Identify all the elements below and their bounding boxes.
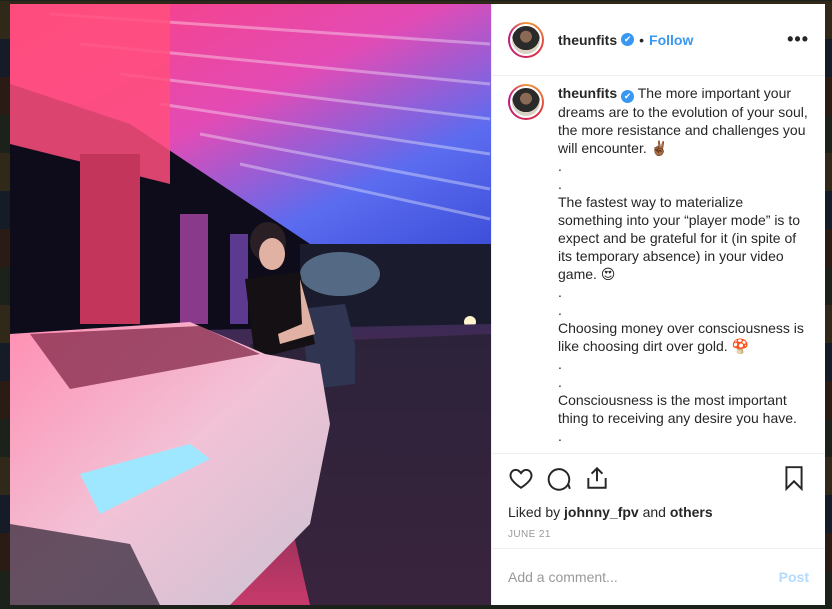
- post-photo[interactable]: [10, 4, 491, 605]
- liked-by-others[interactable]: others: [670, 504, 713, 520]
- liked-by-user[interactable]: johnny_fpv: [564, 504, 639, 520]
- liked-by-and: and: [642, 504, 666, 520]
- post-modal: theunfits ✔ • Follow ••• theunfits ✔ The …: [10, 4, 825, 605]
- verified-badge-icon: ✔: [621, 33, 635, 46]
- verified-badge-icon: ✔: [621, 89, 635, 103]
- liked-by-prefix: Liked by: [508, 504, 561, 520]
- comment-box: Post: [492, 548, 825, 605]
- likes-summary: Liked by johnny_fpv and others: [508, 504, 809, 520]
- post-date[interactable]: JUNE 21: [508, 529, 809, 540]
- avatar[interactable]: [508, 21, 544, 58]
- post-side-panel: theunfits ✔ • Follow ••• theunfits ✔ The …: [491, 4, 825, 605]
- post-comment-button[interactable]: Post: [779, 569, 809, 585]
- caption-username[interactable]: theunfits: [558, 85, 617, 101]
- caption-area: theunfits ✔ The more important your dream…: [492, 76, 825, 453]
- comment-icon[interactable]: [546, 465, 574, 493]
- header-separator: •: [639, 31, 645, 48]
- bookmark-icon[interactable]: [781, 465, 809, 493]
- avatar-image: [510, 86, 542, 118]
- photo-image: [10, 4, 491, 605]
- share-icon[interactable]: [584, 465, 612, 493]
- avatar-image: [510, 23, 542, 56]
- caption-avatar[interactable]: [508, 84, 544, 120]
- heart-icon[interactable]: [508, 465, 536, 493]
- follow-button[interactable]: Follow: [649, 32, 693, 48]
- post-header: theunfits ✔ • Follow •••: [492, 4, 825, 76]
- more-options-icon[interactable]: •••: [787, 29, 809, 50]
- action-icons-row: [508, 464, 809, 494]
- caption: theunfits ✔ The more important your dream…: [558, 84, 809, 453]
- comment-input[interactable]: [508, 569, 779, 585]
- caption-text: The more important your dreams are to th…: [558, 85, 808, 444]
- header-username[interactable]: theunfits: [558, 32, 617, 48]
- post-actions: Liked by johnny_fpv and others JUNE 21: [492, 453, 825, 548]
